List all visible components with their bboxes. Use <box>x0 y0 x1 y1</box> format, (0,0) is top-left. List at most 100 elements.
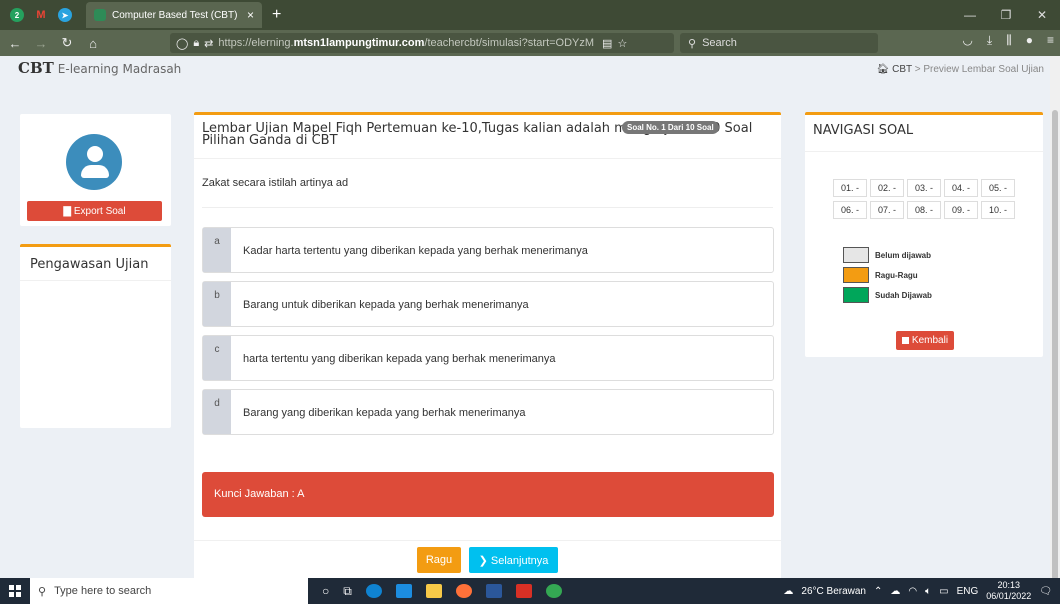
nav-cell-2[interactable]: 02. - <box>870 179 904 197</box>
windows-icon <box>9 585 21 597</box>
option-text: Barang untuk diberikan kepada yang berha… <box>243 299 529 311</box>
file-explorer-icon[interactable] <box>425 584 442 598</box>
library-icon[interactable]: ⫼ <box>1006 33 1012 48</box>
bookmark-star-icon[interactable]: ☆ <box>617 37 627 50</box>
chrome-icon[interactable] <box>545 584 562 598</box>
navigasi-soal-panel: NAVIGASI SOAL 01. - 02. - 03. - 04. - 05… <box>805 112 1043 357</box>
page-content: CBT E-learning Madrasah 🏠︎ CBT > Preview … <box>0 56 1060 578</box>
option-text: harta tertentu yang diberikan kepada yan… <box>243 353 556 365</box>
url-path: /teachercbt/simulasi?start=ODYzM <box>424 37 595 49</box>
system-tray: ☁ 26°C Berawan ⌃ ☁ ◠ 🔈︎ ▭ ENG 20:13 06/0… <box>783 578 1052 604</box>
acrobat-icon[interactable] <box>515 584 532 598</box>
back-icon[interactable]: ← <box>4 36 26 51</box>
option-letter: b <box>203 282 231 326</box>
question-text: Zakat secara istilah artinya ad <box>202 177 349 189</box>
nav-cell-7[interactable]: 07. - <box>870 201 904 219</box>
legend-swatch <box>843 287 869 303</box>
nav-cell-9[interactable]: 09. - <box>944 201 978 219</box>
option-text: Barang yang diberikan kepada yang berhak… <box>243 407 526 419</box>
navigasi-title: NAVIGASI SOAL <box>813 123 914 138</box>
taskbar-search[interactable]: ⚲ Type here to search <box>30 578 308 604</box>
option-b[interactable]: b Barang untuk diberikan kepada yang ber… <box>202 281 774 327</box>
nav-cell-5[interactable]: 05. - <box>981 179 1015 197</box>
pocket-icon[interactable]: ◡ <box>962 33 972 48</box>
battery-icon[interactable]: ▭ <box>939 586 948 597</box>
tab-title: Computer Based Test (CBT) <box>112 9 238 21</box>
nav-cell-6[interactable]: 06. - <box>833 201 867 219</box>
language-indicator[interactable]: ENG <box>957 586 979 597</box>
clock-time: 20:13 <box>997 580 1021 590</box>
forward-icon[interactable]: → <box>30 36 52 51</box>
window-controls: — ❐ ✕ <box>952 0 1060 30</box>
breadcrumb-home[interactable]: CBT <box>892 64 912 75</box>
reload-icon[interactable]: ↻ <box>56 35 78 51</box>
clock[interactable]: 20:13 06/01/2022 <box>986 580 1031 602</box>
taskbar-apps: ○ ⧉ <box>322 584 562 599</box>
chevron-up-icon[interactable]: ⌃ <box>874 586 882 597</box>
search-icon: ⚲ <box>688 37 697 50</box>
option-letter: c <box>203 336 231 380</box>
page-scrollbar[interactable] <box>1050 56 1060 578</box>
account-icon[interactable]: ● <box>1026 33 1033 48</box>
restore-icon[interactable]: ❐ <box>988 0 1024 30</box>
legend: Belum dijawab Ragu-Ragu Sudah Dijawab <box>843 245 932 305</box>
option-letter: a <box>203 228 231 272</box>
notification-icon[interactable]: 🗨︎ <box>1039 586 1052 597</box>
close-window-icon[interactable]: ✕ <box>1024 0 1060 30</box>
legend-swatch <box>843 247 869 263</box>
new-tab-button[interactable]: + <box>272 6 281 24</box>
option-text: Kadar harta tertentu yang diberikan kepa… <box>243 245 588 257</box>
tab-close-icon[interactable]: × <box>247 8 254 22</box>
browser-nav-bar: ← → ↻ ⌂ ◯ 🔒︎ ⇄ https://elerning. mtsn1la… <box>0 30 1060 56</box>
question-nav-grid: 01. - 02. - 03. - 04. - 05. - 06. - 07. … <box>833 179 1015 219</box>
edge-icon[interactable] <box>365 584 382 598</box>
volume-icon[interactable]: 🔈︎ <box>925 586 931 597</box>
url-bar[interactable]: ◯ 🔒︎ ⇄ https://elerning. mtsn1lampungtim… <box>170 33 674 53</box>
word-icon[interactable] <box>485 584 502 598</box>
brand-subtitle: E-learning Madrasah <box>57 62 182 76</box>
firefox-icon[interactable] <box>455 584 472 598</box>
nav-cell-10[interactable]: 10. - <box>981 201 1015 219</box>
selanjutnya-button[interactable]: ❯ Selanjutnya <box>469 547 558 573</box>
reader-view-icon[interactable]: ▤ <box>602 37 612 50</box>
nav-cell-1[interactable]: 01. - <box>833 179 867 197</box>
answer-key-alert: Kunci Jawaban : A <box>202 472 774 517</box>
kembali-button[interactable]: Kembali <box>896 331 954 350</box>
whatsapp-icon[interactable]: 2 <box>10 8 24 22</box>
browser-search-bar[interactable]: ⚲ Search <box>680 33 878 53</box>
option-d[interactable]: d Barang yang diberikan kepada yang berh… <box>202 389 774 435</box>
ragu-button[interactable]: Ragu <box>417 547 461 573</box>
telegram-icon[interactable]: ➤ <box>58 8 72 22</box>
breadcrumb-current: Preview Lembar Soal Ujian <box>923 64 1044 75</box>
home-icon[interactable]: ⌂ <box>82 36 104 51</box>
task-view-icon[interactable]: ⧉ <box>343 584 352 599</box>
taskbar-search-placeholder: Type here to search <box>54 585 152 597</box>
cortana-icon[interactable]: ○ <box>322 584 329 598</box>
option-a[interactable]: a Kadar harta tertentu yang diberikan ke… <box>202 227 774 273</box>
nav-cell-4[interactable]: 04. - <box>944 179 978 197</box>
selanjutnya-label: Selanjutnya <box>490 554 549 567</box>
wifi-icon[interactable]: ◠ <box>908 586 917 597</box>
lock-icon: 🔒︎ <box>193 36 200 49</box>
mail-icon[interactable] <box>395 584 412 598</box>
start-button[interactable] <box>0 585 30 597</box>
stop-icon <box>901 336 909 344</box>
taskbar: ⚲ Type here to search ○ ⧉ ☁ 26°C Berawan… <box>0 578 1060 604</box>
option-c[interactable]: c harta tertentu yang diberikan kepada y… <box>202 335 774 381</box>
nav-cell-8[interactable]: 08. - <box>907 201 941 219</box>
active-tab[interactable]: Computer Based Test (CBT) × <box>86 2 262 28</box>
onedrive-icon[interactable]: ☁ <box>890 586 900 597</box>
file-icon: ▇ <box>63 205 72 217</box>
breadcrumb: 🏠︎ CBT > Preview Lembar Soal Ujian <box>877 64 1044 75</box>
kembali-label: Kembali <box>911 335 949 346</box>
download-icon[interactable]: ⤓ <box>987 33 992 48</box>
export-soal-button[interactable]: ▇ Export Soal <box>27 201 162 221</box>
brand[interactable]: CBT E-learning Madrasah <box>18 59 181 77</box>
search-icon: ⚲ <box>38 585 47 598</box>
weather-text[interactable]: 26°C Berawan <box>801 586 866 597</box>
toolbar-icons: ◡ ⤓ ⫼ ● ≡ <box>962 33 1054 48</box>
gmail-icon[interactable]: M <box>34 8 48 22</box>
menu-icon[interactable]: ≡ <box>1047 33 1054 48</box>
minimize-icon[interactable]: — <box>952 0 988 30</box>
nav-cell-3[interactable]: 03. - <box>907 179 941 197</box>
